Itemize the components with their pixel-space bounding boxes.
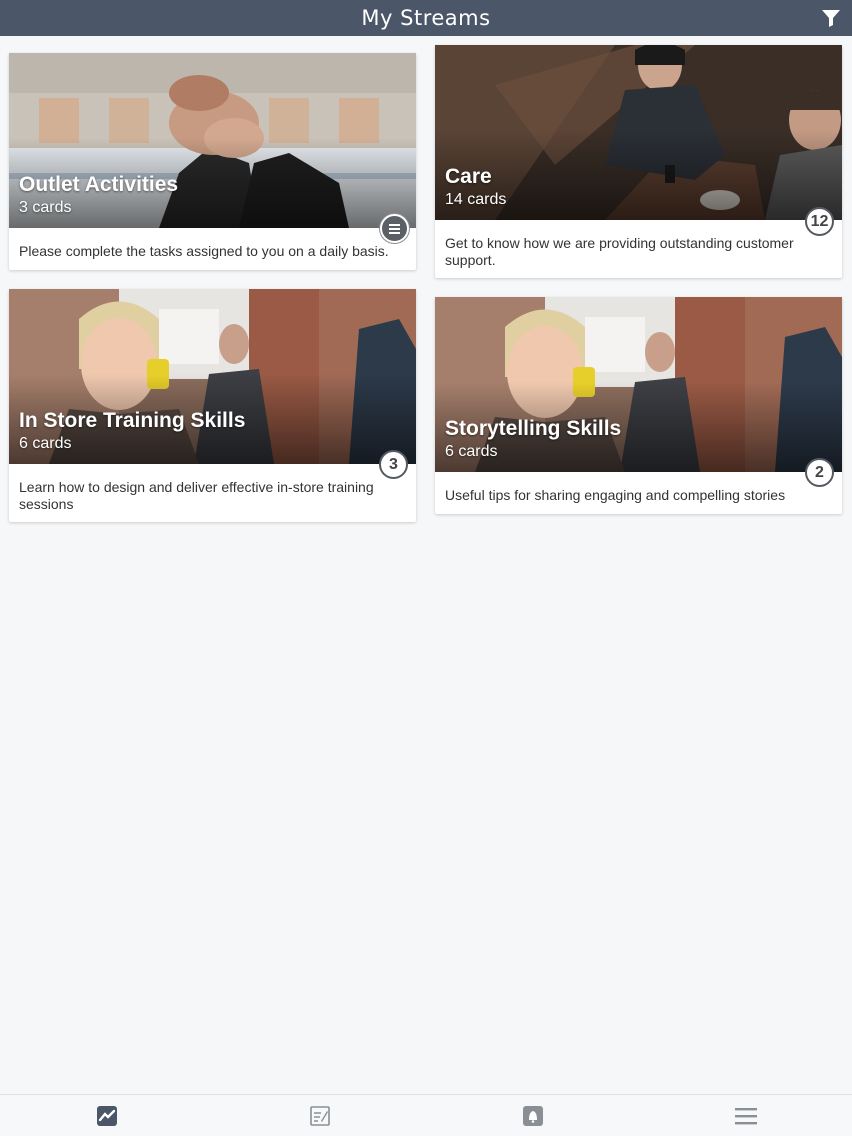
notifications-icon xyxy=(522,1106,543,1126)
handshake-photo: Outlet Activities 3 cards xyxy=(9,53,416,228)
app-root: My Streams Outlet Activities 3 cards Ple… xyxy=(0,0,852,1136)
nav-notes[interactable] xyxy=(213,1095,426,1136)
notes-icon xyxy=(309,1106,330,1126)
stream-card-count: 6 cards xyxy=(19,435,72,452)
stream-card-count: 3 cards xyxy=(19,199,72,216)
nav-menu[interactable] xyxy=(639,1095,852,1136)
page-title: My Streams xyxy=(361,6,491,30)
stream-card-outlet-activities[interactable]: Outlet Activities 3 cards Please complet… xyxy=(9,53,416,270)
streams-icon xyxy=(96,1106,117,1126)
stream-card-in-store-training[interactable]: In Store Training Skills 6 cards Learn h… xyxy=(9,289,416,522)
woman-on-phone-photo: Storytelling Skills 6 cards xyxy=(435,297,842,472)
stream-title: In Store Training Skills xyxy=(19,409,246,432)
cafe-meeting-photo: Care 14 cards xyxy=(435,45,842,220)
stream-card-storytelling[interactable]: Storytelling Skills 6 cards Useful tips … xyxy=(435,297,842,514)
stream-card-count: 14 cards xyxy=(445,191,507,208)
stream-description: Useful tips for sharing engaging and com… xyxy=(445,487,786,503)
stream-description: Please complete the tasks assigned to yo… xyxy=(19,243,389,259)
stream-description: Get to know how we are providing outstan… xyxy=(445,235,794,268)
stream-description: Learn how to design and deliver effectiv… xyxy=(19,479,374,512)
list-icon[interactable] xyxy=(380,214,409,243)
stream-card-count: 6 cards xyxy=(445,443,498,460)
stream-title: Storytelling Skills xyxy=(445,417,622,440)
nav-streams[interactable] xyxy=(0,1095,213,1136)
header-bar: My Streams xyxy=(0,0,852,36)
woman-on-phone-photo: In Store Training Skills 6 cards xyxy=(9,289,416,464)
unread-count-badge: 12 xyxy=(805,207,834,236)
nav-notifications[interactable] xyxy=(426,1095,639,1136)
unread-count-badge: 2 xyxy=(805,458,834,487)
filter-icon[interactable] xyxy=(820,8,842,28)
menu-icon xyxy=(734,1108,757,1125)
bottom-navigation xyxy=(0,1094,852,1136)
stream-title: Outlet Activities xyxy=(19,173,179,196)
stream-card-care[interactable]: Care 14 cards Get to know how we are pro… xyxy=(435,45,842,278)
stream-title: Care xyxy=(445,165,492,188)
unread-count-badge: 3 xyxy=(379,450,408,479)
